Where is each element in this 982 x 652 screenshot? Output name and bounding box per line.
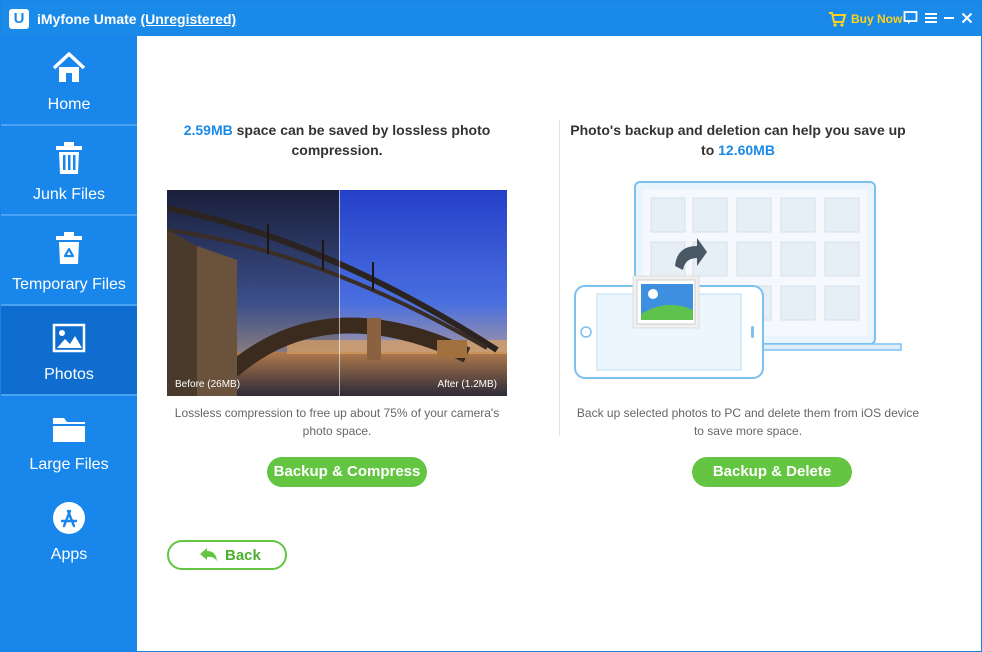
back-button-label: Back [225,547,261,564]
backup-delete-headline-text: Photo's backup and deletion can help you… [570,122,906,158]
sidebar-item-apps[interactable]: Apps [1,486,137,574]
app-title: iMyfone Umate (Unregistered) [37,11,236,27]
backup-compress-button[interactable]: Backup & Compress [267,457,427,487]
before-caption: Before (26MB) [175,379,241,390]
buy-now-button[interactable]: Buy Now [829,10,902,28]
folder-icon [51,410,87,446]
compression-headline: 2.59MB space can be saved by lossless ph… [183,122,491,158]
sidebar-item-photos[interactable]: Photos [1,306,137,394]
app-logo-icon: U [9,9,29,29]
buy-now-label: Buy Now [851,12,903,26]
title-bar: U iMyfone Umate (Unregistered) Buy Now [1,1,981,36]
close-icon[interactable] [959,10,975,26]
compression-description: Lossless compression to free up about 75… [174,406,500,438]
app-window: U iMyfone Umate (Unregistered) Buy Now H… [0,0,982,652]
feedback-icon[interactable] [903,10,919,26]
sidebar-item-label: Large Files [29,456,109,473]
sidebar-item-large-files[interactable]: Large Files [1,396,137,484]
cart-icon [829,11,846,27]
minimize-icon[interactable] [941,10,957,26]
backup-delete-description: Back up selected photos to PC and delete… [576,406,920,438]
sidebar-item-label: Photos [44,366,94,383]
back-arrow-icon [199,547,219,567]
backup-savings-amount: 12.60MB [718,142,775,158]
sidebar-item-home[interactable]: Home [1,36,137,124]
app-store-icon [51,500,87,536]
home-icon [51,50,87,86]
sidebar-item-label: Apps [50,546,88,563]
sidebar-item-temporary-files[interactable]: Temporary Files [1,216,137,304]
panel-divider [559,120,560,436]
recycle-bin-icon [51,230,87,266]
sidebar-item-junk-files[interactable]: Junk Files [1,126,137,214]
trash-icon [51,140,87,176]
menu-icon[interactable] [923,10,939,26]
photo-icon [51,320,87,356]
sidebar-item-label: Junk Files [32,186,106,203]
sidebar-item-label: Home [47,96,91,113]
sidebar: Home Junk Files Temporary Files Photos L… [1,36,137,651]
compression-savings-amount: 2.59MB [183,122,233,138]
back-button[interactable]: Back [167,540,287,570]
sidebar-item-label: Temporary Files [12,276,126,293]
backup-delete-button[interactable]: Backup & Delete [692,457,852,487]
backup-illustration [571,180,911,386]
registration-link[interactable]: (Unregistered) [140,11,236,27]
main-content: 2.59MB space can be saved by lossless ph… [137,36,981,651]
app-name: iMyfone Umate [37,11,137,27]
after-caption: After (1.2MB) [437,379,497,390]
before-after-photo: Before (26MB) After (1.2MB) [167,190,507,396]
